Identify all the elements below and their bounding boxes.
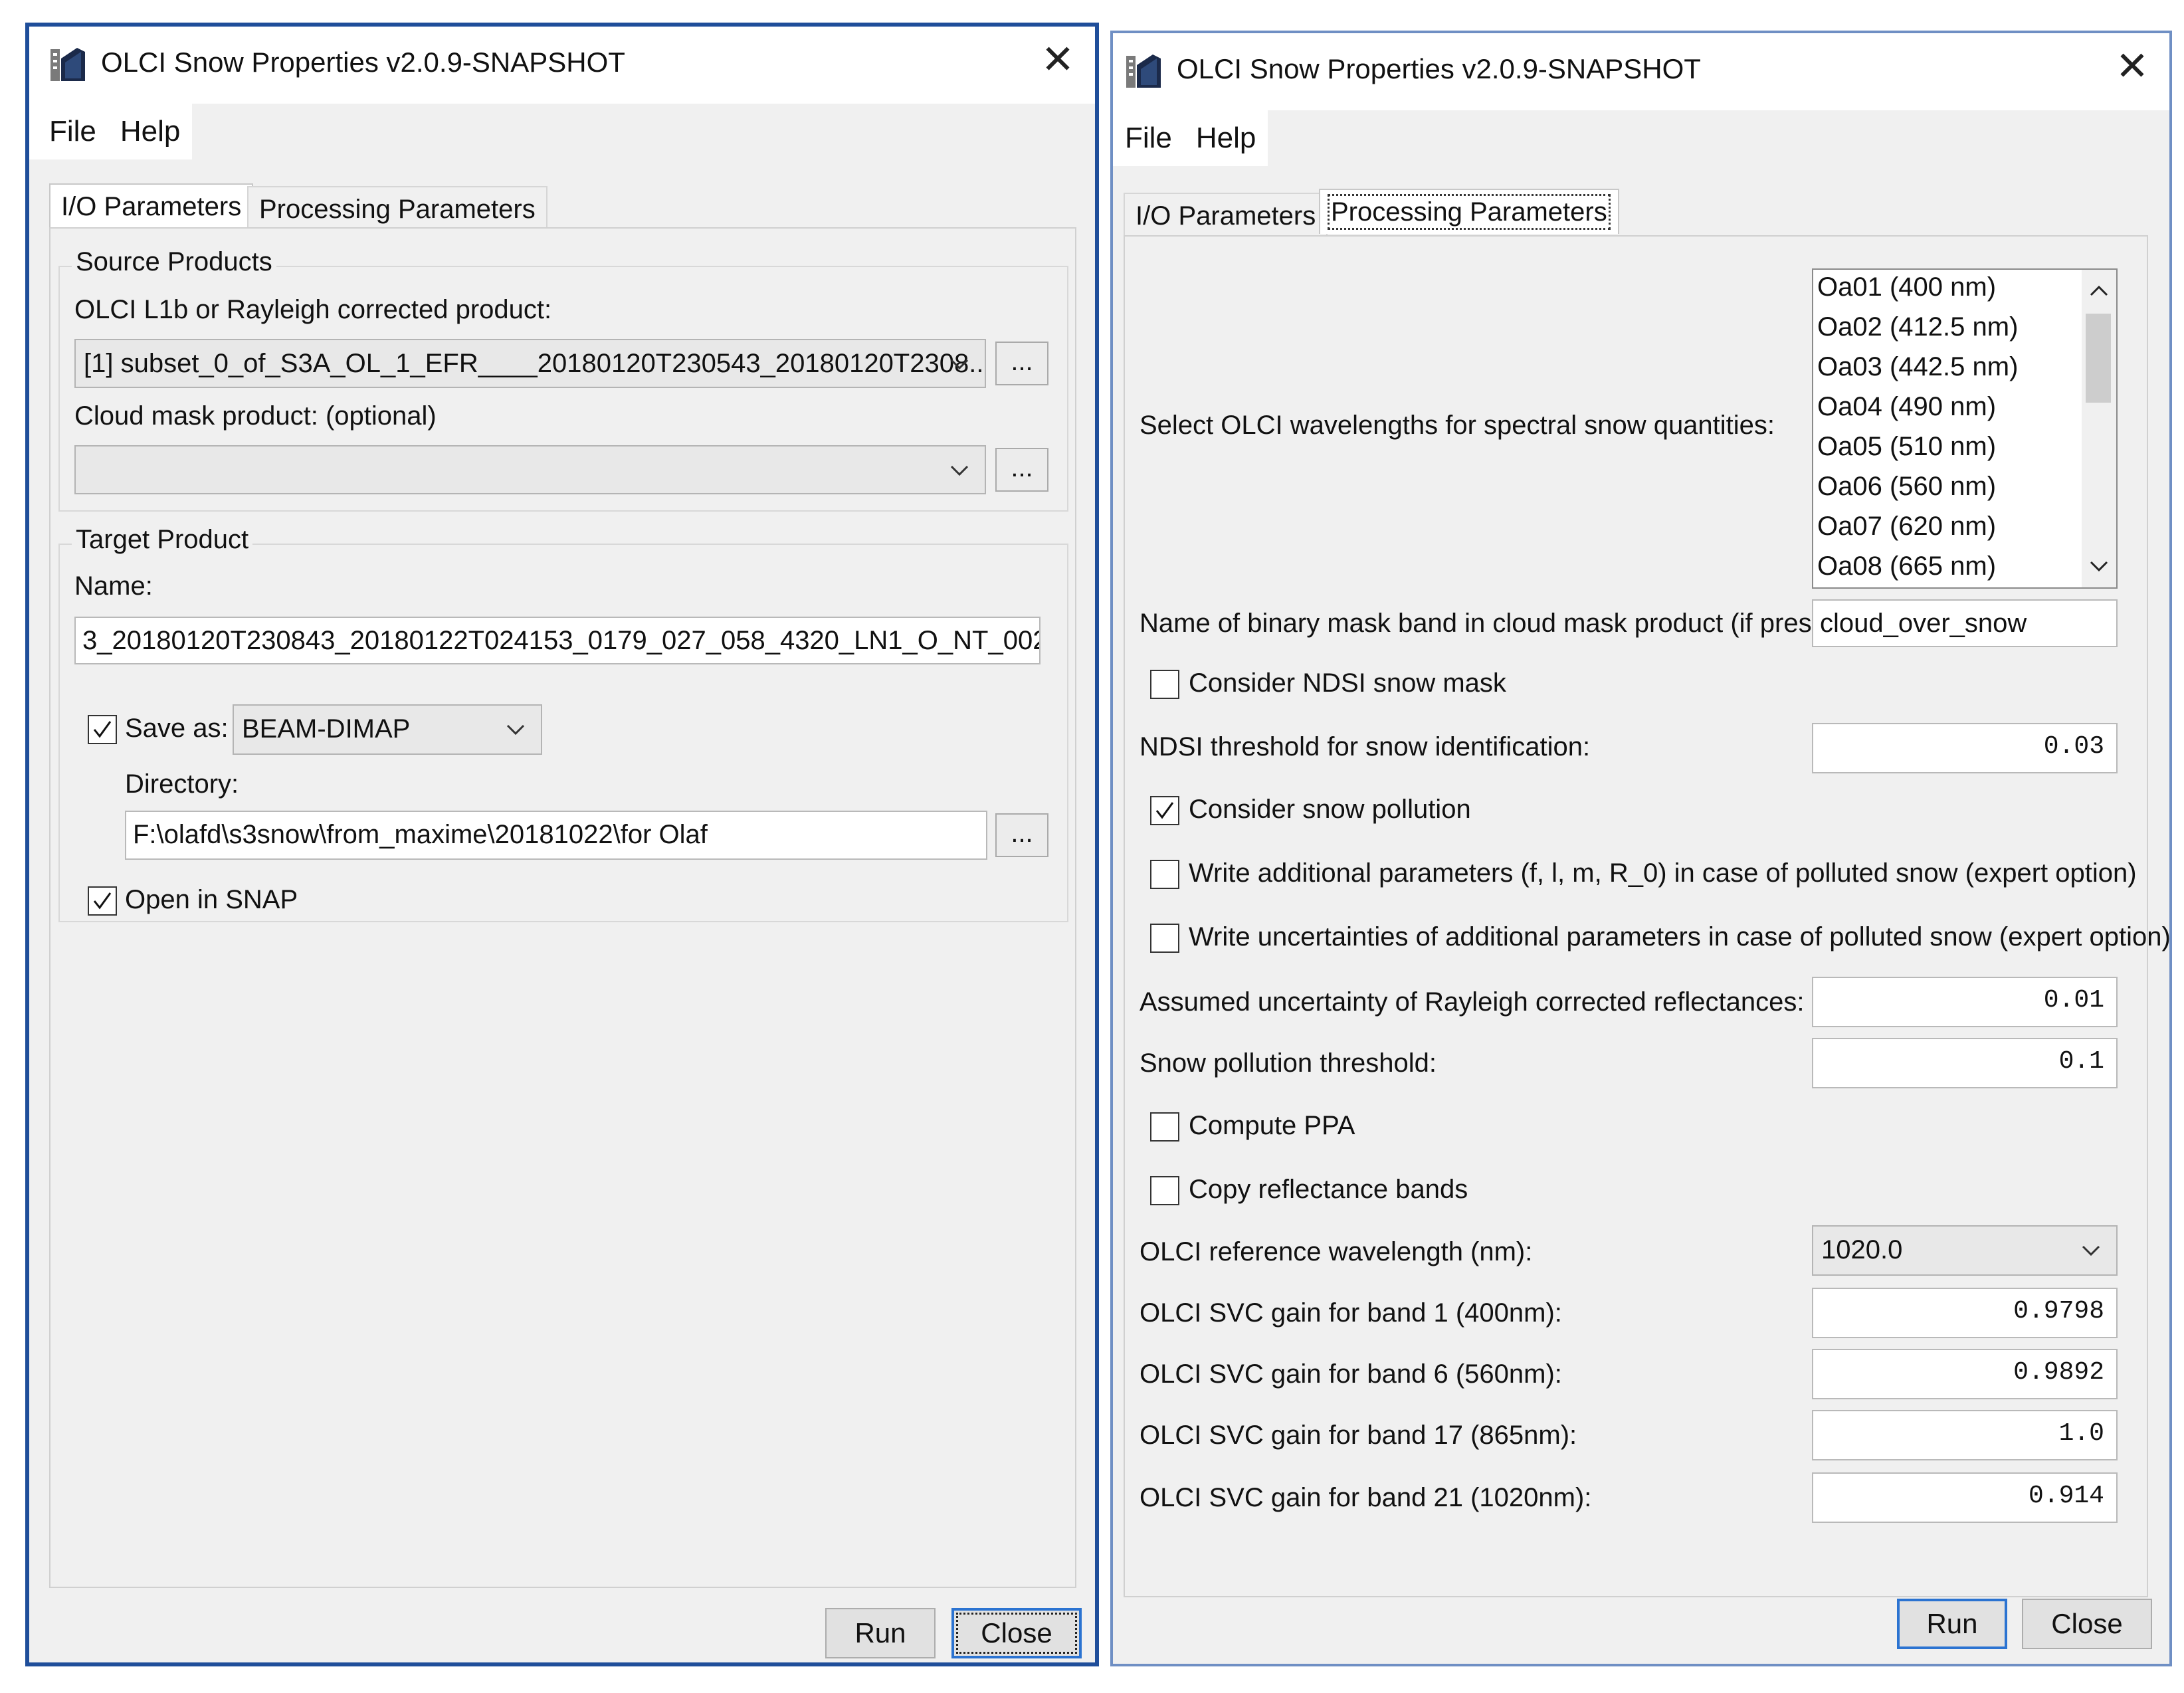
menu-bar: File Help [1113,110,1268,166]
compute-ppa-label: Compute PPA [1189,1111,1355,1140]
gain-band17-label: OLCI SVC gain for band 17 (865nm): [1140,1421,1577,1450]
checkmark-icon [93,892,112,910]
list-item[interactable]: Oa05 (510 nm) [1817,432,1996,462]
list-item[interactable]: Oa07 (620 nm) [1817,512,1996,542]
checkmark-icon [93,721,112,738]
chevron-down-icon [950,465,969,476]
right-title-bar: OLCI Snow Properties v2.0.9-SNAPSHOT ✕ [1113,33,2169,110]
wavelengths-label: Select OLCI wavelengths for spectral sno… [1140,411,1775,440]
gain-band6-label: OLCI SVC gain for band 6 (560nm): [1140,1359,1562,1389]
run-button[interactable]: Run [1897,1599,2007,1649]
gain-band21-label: OLCI SVC gain for band 21 (1020nm): [1140,1483,1592,1512]
close-window-icon[interactable]: ✕ [2112,47,2152,86]
source-products-title: Source Products [72,247,276,277]
olci-product-label: OLCI L1b or Rayleigh corrected product: [74,295,552,324]
wavelengths-scrollbar[interactable] [2082,270,2116,587]
uncertainty-label: Assumed uncertainty of Rayleigh correcte… [1140,987,1805,1017]
left-title-bar: OLCI Snow Properties v2.0.9-SNAPSHOT ✕ [29,27,1095,104]
write-uncertainties-label: Write uncertainties of additional parame… [1189,922,2171,951]
copy-bands-label: Copy reflectance bands [1189,1175,1468,1204]
list-item[interactable]: Oa08 (665 nm) [1817,551,1996,581]
pollution-threshold-input[interactable]: 0.1 [1812,1038,2118,1088]
checkmark-icon [1155,802,1174,819]
close-button[interactable]: Close [951,1608,1082,1658]
write-params-label: Write additional parameters (f, l, m, R_… [1189,858,2137,888]
list-item[interactable]: Oa02 (412.5 nm) [1817,312,2018,342]
list-item[interactable]: Oa03 (442.5 nm) [1817,352,2018,382]
window-title: OLCI Snow Properties v2.0.9-SNAPSHOT [1177,53,1701,84]
gain-band1-label: OLCI SVC gain for band 1 (400nm): [1140,1298,1562,1328]
list-item[interactable]: Oa01 (400 nm) [1817,272,1996,302]
cloud-mask-label: Cloud mask product: (optional) [74,401,437,431]
olci-product-browse-button[interactable]: ... [995,342,1048,385]
uncertainty-input[interactable]: 0.01 [1812,977,2118,1027]
ndsi-mask-checkbox[interactable] [1150,670,1179,699]
directory-browse-button[interactable]: ... [995,813,1048,857]
save-as-checkbox[interactable] [88,715,117,744]
mask-band-input[interactable]: cloud_over_snow [1812,599,2118,647]
chevron-down-icon [950,359,969,370]
target-name-input[interactable]: 3_20180120T230843_20180122T024153_0179_0… [74,617,1041,664]
gain-band21-input[interactable]: 0.914 [1812,1472,2118,1523]
cloud-mask-browse-button[interactable]: ... [995,448,1048,492]
ndsi-threshold-label: NDSI threshold for snow identification: [1140,732,1591,761]
tab-io-parameters[interactable]: I/O Parameters [1124,193,1328,238]
menu-file[interactable]: File [1113,110,1184,166]
tab-processing-parameters[interactable]: Processing Parameters [1319,189,1619,234]
window-title: OLCI Snow Properties v2.0.9-SNAPSHOT [101,47,625,78]
snap-app-icon [48,45,86,84]
snap-app-icon [1124,52,1162,90]
olci-product-select[interactable]: [1] subset_0_of_S3A_OL_1_EFR____20180120… [74,339,986,388]
gain-band17-input[interactable]: 1.0 [1812,1410,2118,1460]
gain-band6-input[interactable]: 0.9892 [1812,1349,2118,1399]
list-item[interactable]: Oa04 (490 nm) [1817,392,1996,422]
menu-help[interactable]: Help [108,104,193,159]
chevron-up-icon[interactable] [2087,279,2111,303]
right-dialog-window: OLCI Snow Properties v2.0.9-SNAPSHOT ✕ F… [1110,31,2172,1666]
write-uncertainties-checkbox[interactable] [1150,924,1179,953]
name-label: Name: [74,571,153,601]
left-dialog-window: OLCI Snow Properties v2.0.9-SNAPSHOT ✕ F… [25,23,1099,1666]
close-window-icon[interactable]: ✕ [1038,40,1078,80]
tab-io-parameters[interactable]: I/O Parameters [49,183,254,229]
wavelengths-listbox[interactable]: Oa01 (400 nm) Oa02 (412.5 nm) Oa03 (442.… [1812,268,2118,589]
pollution-threshold-label: Snow pollution threshold: [1140,1048,1437,1078]
ref-wavelength-label: OLCI reference wavelength (nm): [1140,1237,1533,1266]
open-in-snap-checkbox[interactable] [88,886,117,916]
ndsi-mask-label: Consider NDSI snow mask [1189,668,1506,698]
menu-bar: File Help [29,104,193,159]
menu-file[interactable]: File [29,104,108,159]
menu-help[interactable]: Help [1184,110,1268,166]
chevron-down-icon [506,724,525,736]
tab-processing-parameters[interactable]: Processing Parameters [247,186,547,231]
snow-pollution-checkbox[interactable] [1150,796,1179,825]
chevron-down-icon [2082,1245,2100,1256]
directory-input[interactable]: F:\olafd\s3snow\from_maxime\20181022\for… [125,811,987,860]
chevron-down-icon[interactable] [2087,554,2111,578]
ndsi-threshold-input[interactable]: 0.03 [1812,723,2118,773]
save-format-select[interactable]: BEAM-DIMAP [233,704,542,755]
write-params-checkbox[interactable] [1150,860,1179,889]
gain-band1-input[interactable]: 0.9798 [1812,1288,2118,1338]
open-in-snap-label: Open in SNAP [125,885,298,914]
scroll-thumb[interactable] [2086,314,2111,403]
list-item[interactable]: Oa06 (560 nm) [1817,472,1996,502]
run-button[interactable]: Run [825,1608,936,1658]
io-parameters-panel: Source Products OLCI L1b or Rayleigh cor… [49,227,1076,1588]
compute-ppa-checkbox[interactable] [1150,1112,1179,1142]
mask-band-label: Name of binary mask band in cloud mask p… [1140,609,1865,638]
ref-wavelength-select[interactable]: 1020.0 [1812,1225,2118,1276]
copy-bands-checkbox[interactable] [1150,1176,1179,1205]
directory-label: Directory: [125,769,239,799]
cloud-mask-select[interactable] [74,445,986,494]
save-as-label: Save as: [125,714,229,743]
close-button[interactable]: Close [2022,1599,2152,1649]
processing-parameters-panel: Select OLCI wavelengths for spectral sno… [1124,235,2171,1597]
target-product-title: Target Product [72,525,253,555]
snow-pollution-label: Consider snow pollution [1189,795,1471,824]
